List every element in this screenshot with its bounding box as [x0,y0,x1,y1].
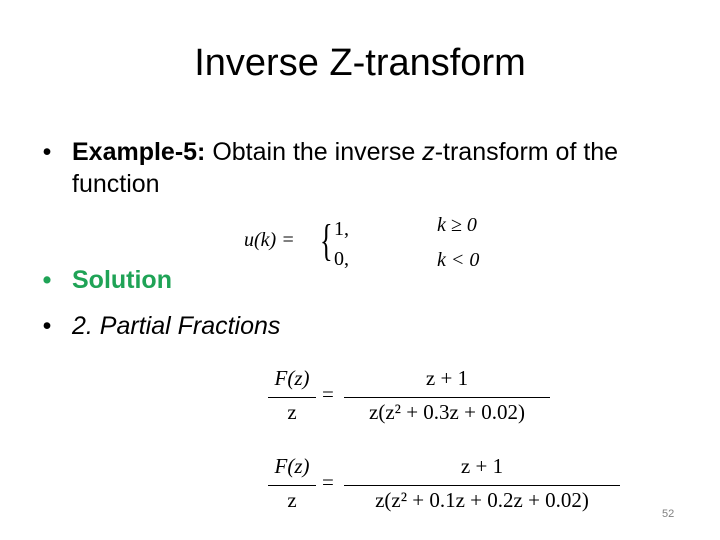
lhs-fraction-bar [268,485,316,486]
solution-heading: Solution [72,266,172,294]
lhs-fraction-bar [268,397,316,398]
bullet-solution: • Solution [40,264,340,296]
equation-1: F(z) z = z + 1 z(z² + 0.3z + 0.02) [268,366,558,428]
bullet-dot: • [42,266,52,294]
lhs-denominator: z [287,488,297,512]
partial-fractions-text: 2. Partial Fractions [72,312,281,340]
bullet-example-text: Example-5: Obtain the inverse z-transfor… [72,136,692,200]
bullet-partial-fractions: • 2. Partial Fractions [40,310,360,342]
case-1-value: 1, [334,218,349,240]
rhs-fraction-bar [344,485,620,486]
example-text-part1: Obtain the inverse [205,138,423,166]
bullet-dot: • [42,312,52,340]
example-label: Example-5: [72,138,206,166]
rhs-numerator: z + 1 [460,454,504,478]
slide-title: Inverse Z-transform [194,42,526,84]
equation-2: F(z) z = z + 1 z(z² + 0.1z + 0.2z + 0.02… [268,454,628,516]
case-1-condition: k ≥ 0 [437,214,477,236]
piecewise-function: u(k) = { 1, 0, k ≥ 0 k < 0 [244,212,514,272]
case-2-condition: k < 0 [437,249,480,271]
rhs-numerator: z + 1 [425,366,469,390]
lhs-denominator: z [287,400,297,424]
rhs-denominator: z(z² + 0.3z + 0.02) [369,400,525,424]
lhs-numerator: F(z) [274,366,310,390]
bullet-dot: • [42,138,52,166]
left-brace: { [320,216,333,265]
page-number: 52 [662,508,675,520]
equals-sign: = [322,382,334,406]
bullet-example: • Example-5: Obtain the inverse z-transf… [40,136,700,206]
rhs-fraction-bar [344,397,550,398]
equals-sign: = [322,470,334,494]
lhs-numerator: F(z) [274,454,310,478]
example-italic-var: z [422,138,435,166]
rhs-denominator: z(z² + 0.1z + 0.2z + 0.02) [375,488,589,512]
piecewise-lhs: u(k) = [244,229,295,251]
